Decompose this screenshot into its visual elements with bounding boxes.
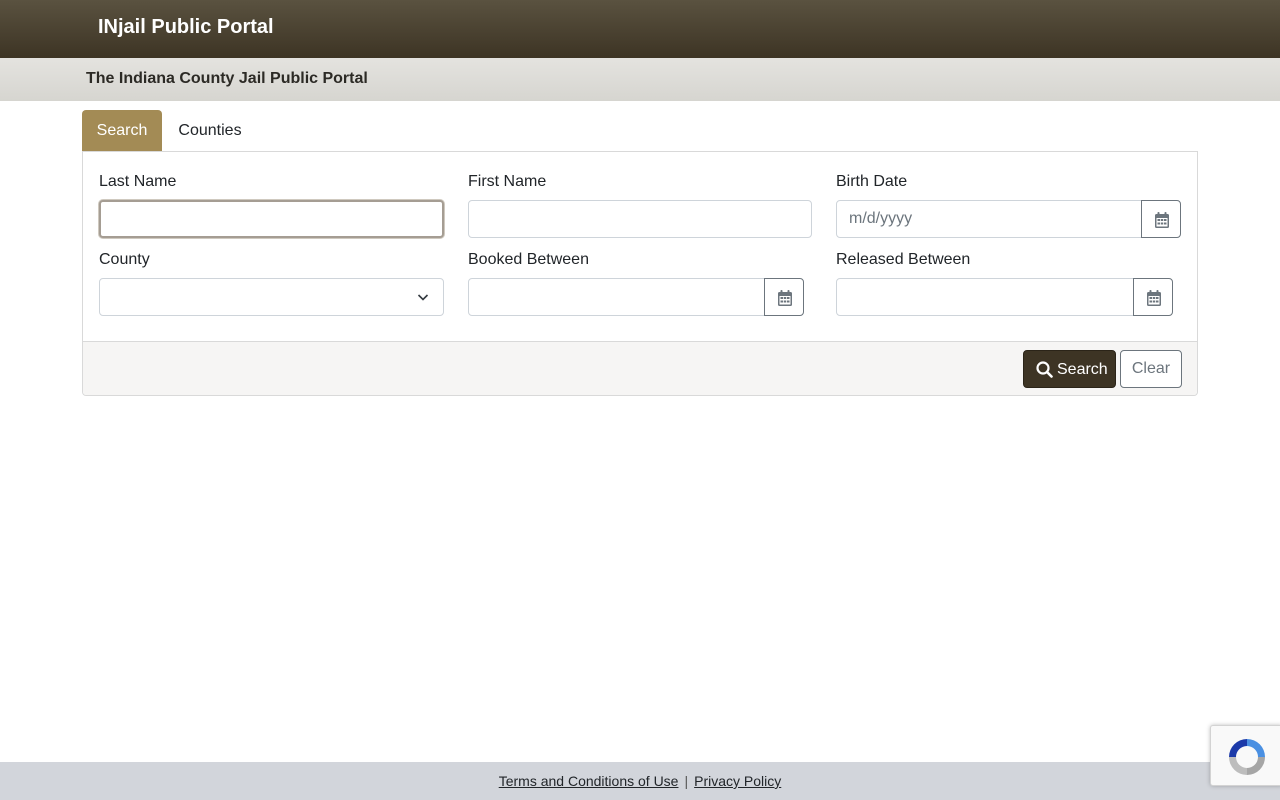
calendar-icon <box>1155 212 1169 228</box>
tab-search[interactable]: Search <box>82 110 162 151</box>
top-bar: INjail Public Portal <box>0 0 1280 58</box>
birth-date-calendar-button[interactable] <box>1141 200 1181 238</box>
county-select[interactable] <box>99 278 444 316</box>
search-icon <box>1036 361 1053 378</box>
footer-separator: | <box>684 773 689 789</box>
sub-header: The Indiana County Jail Public Portal <box>0 58 1280 101</box>
page-subtitle: The Indiana County Jail Public Portal <box>86 70 368 87</box>
recaptcha-badge[interactable] <box>1210 725 1280 786</box>
clear-button[interactable]: Clear <box>1120 350 1182 388</box>
calendar-icon <box>778 290 792 306</box>
birth-date-label: Birth Date <box>836 173 908 190</box>
booked-between-input[interactable] <box>468 278 765 316</box>
privacy-link[interactable]: Privacy Policy <box>694 773 781 789</box>
first-name-input[interactable] <box>468 200 812 238</box>
terms-link[interactable]: Terms and Conditions of Use <box>499 773 679 789</box>
released-between-label: Released Between <box>836 251 971 268</box>
search-button[interactable]: Search <box>1023 350 1116 388</box>
search-button-label: Search <box>1057 361 1108 378</box>
county-label: County <box>99 251 150 268</box>
chevron-down-icon <box>417 294 429 301</box>
brand-title[interactable]: INjail Public Portal <box>98 14 274 40</box>
last-name-input[interactable] <box>99 200 444 238</box>
released-between-calendar-button[interactable] <box>1133 278 1173 316</box>
calendar-icon <box>1147 290 1161 306</box>
birth-date-input[interactable] <box>836 200 1142 238</box>
last-name-label: Last Name <box>99 173 177 190</box>
booked-between-calendar-button[interactable] <box>764 278 804 316</box>
released-between-input[interactable] <box>836 278 1134 316</box>
page-footer: Terms and Conditions of Use | Privacy Poli… <box>0 762 1280 800</box>
recaptcha-icon <box>1229 739 1265 775</box>
first-name-label: First Name <box>468 173 547 190</box>
tab-counties[interactable]: Counties <box>164 110 256 151</box>
search-form-card: Last Name First Name Birth Date County B… <box>82 151 1198 396</box>
form-actions-bar: Search Clear <box>83 341 1197 395</box>
booked-between-label: Booked Between <box>468 251 589 268</box>
